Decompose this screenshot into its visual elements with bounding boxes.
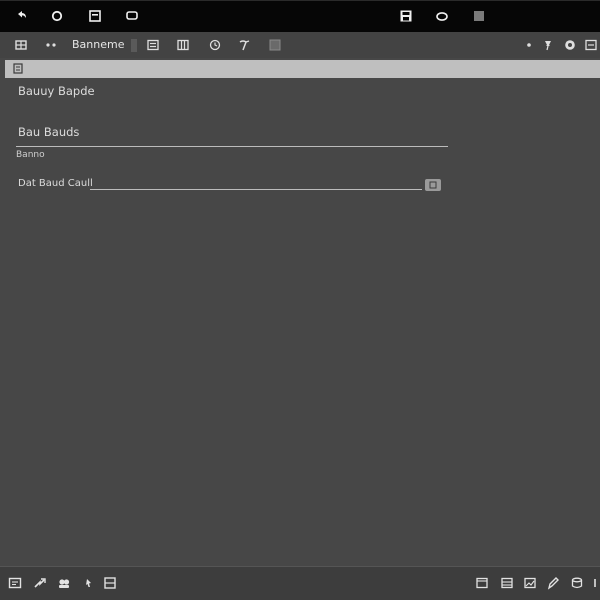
panel-icon[interactable] [268,38,282,52]
chat-icon[interactable] [125,9,139,23]
db-icon[interactable] [570,576,584,590]
menu-icon[interactable] [584,38,598,52]
share-icon[interactable] [33,576,47,590]
app-window: Banneme Bauuy Bapde Bau Bauds Banno Dat … [0,0,600,600]
people-icon[interactable] [57,576,71,590]
list-icon[interactable] [146,38,160,52]
dot-icon[interactable] [522,38,536,52]
toolbar-separator [131,39,137,52]
history-icon[interactable] [208,38,222,52]
cloud-icon[interactable] [435,9,449,23]
row-action-button[interactable] [425,179,441,191]
tab-icon[interactable] [13,63,23,74]
bottom-bar [0,566,600,600]
toolbar: Banneme [0,32,600,58]
more-vertical-icon[interactable] [588,576,600,590]
save-icon[interactable] [399,9,413,23]
comment-icon[interactable] [8,576,22,590]
columns-icon[interactable] [176,38,190,52]
edit-icon[interactable] [546,576,560,590]
image-icon[interactable] [523,576,537,590]
field-caption: Banno [16,150,45,160]
window-icon[interactable] [475,576,489,590]
text-field-underline[interactable] [16,146,448,147]
globe-icon[interactable] [563,38,577,52]
address-bar[interactable] [5,60,600,78]
stop-icon[interactable] [472,9,486,23]
row-label: Dat Baud Caull [18,178,93,189]
copy-icon [428,181,438,189]
more-icon[interactable] [44,38,58,52]
circle-icon[interactable] [50,9,64,23]
top-bar [0,0,600,32]
cursor-icon[interactable] [82,576,96,590]
page-title: Bauuy Bapde [18,84,95,98]
field-label: Bau Bauds [18,125,80,139]
toolbar-label[interactable]: Banneme [72,38,124,51]
grid-icon[interactable] [14,38,28,52]
table-icon[interactable] [500,576,514,590]
row-input-underline[interactable] [90,189,422,190]
pin-icon[interactable] [541,38,555,52]
list-box-icon[interactable] [103,576,117,590]
tool-icon[interactable] [237,38,251,52]
window-icon[interactable] [88,9,102,23]
back-icon[interactable] [14,9,28,23]
